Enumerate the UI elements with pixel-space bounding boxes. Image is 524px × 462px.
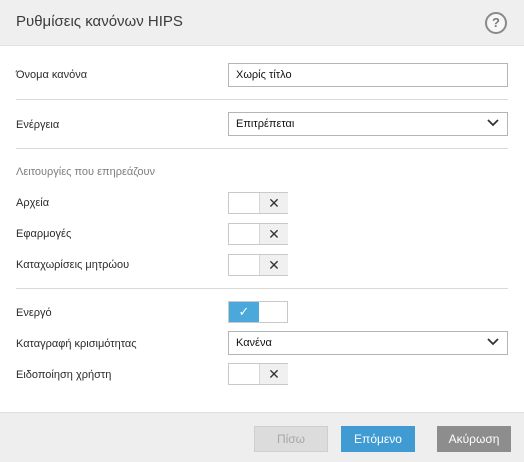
applications-toggle[interactable]: ✕ [228, 223, 288, 245]
files-label: Αρχεία [16, 197, 50, 209]
dialog-footer: Πίσω Επόμενο Ακύρωση [0, 412, 524, 462]
divider [16, 99, 508, 100]
close-icon: ✕ [259, 255, 288, 275]
notify-user-toggle[interactable]: ✕ [228, 363, 288, 385]
enabled-label: Ενεργό [16, 307, 52, 319]
action-select[interactable]: Επιτρέπεται [228, 112, 508, 136]
severity-logging-select[interactable]: Κανένα [228, 331, 508, 355]
chevron-down-icon [487, 338, 499, 346]
close-icon: ✕ [259, 224, 288, 244]
severity-logging-label: Καταγραφή κρισιμότητας [16, 338, 137, 350]
divider [16, 288, 508, 289]
registry-entries-label: Καταχωρίσεις μητρώου [16, 259, 130, 271]
close-icon: ✕ [259, 364, 288, 384]
dialog-titlebar: Ρυθμίσεις κανόνων HIPS ? [0, 0, 524, 46]
check-icon: ✓ [229, 302, 259, 322]
close-icon: ✕ [259, 193, 288, 213]
divider [16, 148, 508, 149]
rule-name-input[interactable]: Χωρίς τίτλο [228, 63, 508, 87]
files-toggle[interactable]: ✕ [228, 192, 288, 214]
rule-name-label: Όνομα κανόνα [16, 69, 88, 81]
dialog-title: Ρυθμίσεις κανόνων HIPS [16, 13, 183, 30]
notify-user-label: Ειδοποίηση χρήστη [16, 369, 112, 381]
help-icon[interactable]: ? [485, 12, 507, 34]
applications-label: Εφαρμογές [16, 228, 72, 240]
action-select-value: Επιτρέπεται [236, 118, 295, 130]
cancel-button[interactable]: Ακύρωση [437, 426, 511, 452]
back-button[interactable]: Πίσω [254, 426, 328, 452]
action-label: Ενέργεια [16, 119, 60, 131]
affected-operations-heading: Λειτουργίες που επηρεάζουν [16, 166, 155, 178]
next-button[interactable]: Επόμενο [341, 426, 415, 452]
enabled-toggle[interactable]: ✓ [228, 301, 288, 323]
severity-logging-select-value: Κανένα [236, 337, 272, 349]
registry-entries-toggle[interactable]: ✕ [228, 254, 288, 276]
chevron-down-icon [487, 119, 499, 127]
